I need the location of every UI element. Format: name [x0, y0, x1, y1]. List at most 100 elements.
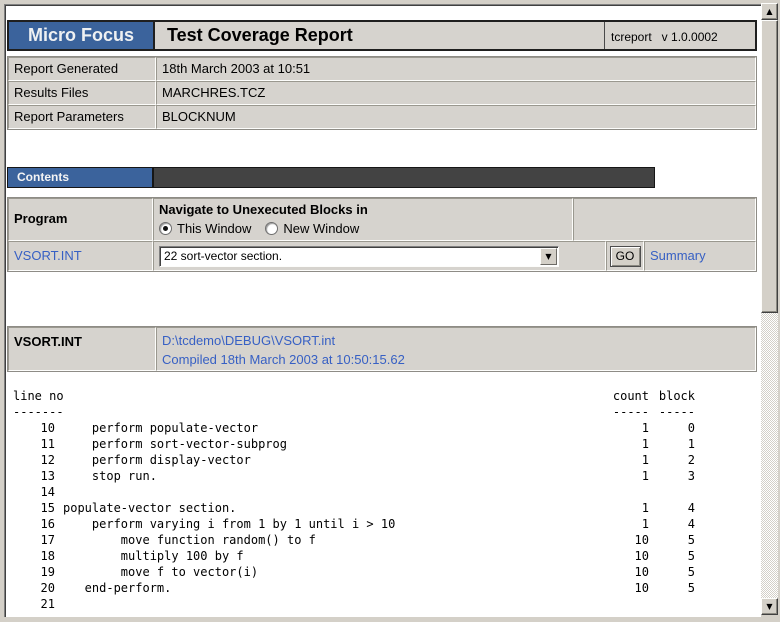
- info-value: BLOCKNUM: [156, 105, 756, 129]
- listing-column-headers: line no count block: [13, 388, 695, 404]
- source-file-table: VSORT.INT D:\tcdemo\DEBUG\VSORT.int Comp…: [7, 326, 757, 372]
- code-line-text: end-perform.: [63, 580, 611, 596]
- vertical-scrollbar[interactable]: ▲ ▼: [761, 3, 778, 615]
- code-line-block: 2: [649, 452, 695, 468]
- new-window-radio[interactable]: [265, 222, 278, 235]
- code-line-number: 12: [13, 452, 55, 468]
- code-line-text: move f to vector(i): [63, 564, 611, 580]
- report-page: Micro Focus Test Coverage Report tcrepor…: [4, 4, 761, 617]
- code-line-number: 16: [13, 516, 55, 532]
- code-line-number: 13: [13, 468, 55, 484]
- new-window-label[interactable]: New Window: [283, 221, 359, 236]
- code-line-block: [649, 596, 695, 612]
- code-line-count: 1: [611, 468, 649, 484]
- code-line-text: [63, 484, 611, 500]
- code-line-count: 1: [611, 420, 649, 436]
- code-line-number: 10: [13, 420, 55, 436]
- code-line-block: 5: [649, 580, 695, 596]
- code-line-text: perform sort-vector-subprog: [63, 436, 611, 452]
- code-line: 13 stop run. 1 3: [13, 468, 695, 484]
- program-link[interactable]: VSORT.INT: [8, 241, 153, 271]
- line-no-header: line no: [13, 388, 611, 404]
- program-column-heading: Program: [8, 198, 153, 241]
- program-header-row: Program Navigate to Unexecuted Blocks in…: [8, 198, 756, 241]
- go-button[interactable]: GO: [610, 246, 641, 267]
- code-line-number: 17: [13, 532, 55, 548]
- navigate-heading: Navigate to Unexecuted Blocks in: [159, 201, 572, 218]
- contents-bar: Contents: [7, 167, 655, 188]
- code-line-text: [63, 596, 611, 612]
- code-line-count: 1: [611, 500, 649, 516]
- code-line-count: 1: [611, 452, 649, 468]
- code-line: 18 multiply 100 by f 10 5: [13, 548, 695, 564]
- contents-heading: Contents: [8, 168, 154, 187]
- program-row: VSORT.INT 22 sort-vector section. ▼ GO S…: [8, 241, 756, 271]
- code-line-block: 5: [649, 548, 695, 564]
- listing-lines: 10 perform populate-vector 1 0 11 perfor…: [13, 420, 695, 612]
- line-no-underline: -------: [13, 404, 611, 420]
- code-line-text: stop run.: [63, 468, 611, 484]
- block-header: block: [649, 388, 695, 404]
- code-line-count: 10: [611, 532, 649, 548]
- code-line-number: 20: [13, 580, 55, 596]
- code-line-block: 3: [649, 468, 695, 484]
- source-path-link[interactable]: D:\tcdemo\DEBUG\VSORT.int: [162, 331, 755, 350]
- code-line-block: 5: [649, 532, 695, 548]
- scroll-down-button[interactable]: ▼: [761, 598, 778, 615]
- code-line: 12 perform display-vector 1 2: [13, 452, 695, 468]
- code-line: 20 end-perform. 10 5: [13, 580, 695, 596]
- listing-header-underline: ------- ----- -----: [13, 404, 695, 420]
- code-line: 21: [13, 596, 695, 612]
- page-title: Test Coverage Report: [155, 22, 605, 49]
- code-line: 14: [13, 484, 695, 500]
- code-line-number: 21: [13, 596, 55, 612]
- code-line-count: 10: [611, 548, 649, 564]
- code-line: 19 move f to vector(i) 10 5: [13, 564, 695, 580]
- code-line-block: 5: [649, 564, 695, 580]
- code-line-block: 1: [649, 436, 695, 452]
- block-underline: -----: [649, 404, 695, 420]
- code-line: 17 move function random() to f 10 5: [13, 532, 695, 548]
- block-select-value[interactable]: 22 sort-vector section.: [160, 247, 539, 266]
- info-label: Report Generated: [8, 57, 156, 81]
- info-label: Report Parameters: [8, 105, 156, 129]
- dropdown-arrow-button[interactable]: ▼: [540, 248, 557, 265]
- code-line-count: 1: [611, 516, 649, 532]
- code-line: 10 perform populate-vector 1 0: [13, 420, 695, 436]
- code-line-text: perform populate-vector: [63, 420, 611, 436]
- code-line-count: 10: [611, 580, 649, 596]
- code-line-block: 4: [649, 516, 695, 532]
- scroll-up-icon: ▲: [766, 8, 772, 16]
- code-line-count: 10: [611, 564, 649, 580]
- window-target-radio-group: This Window New Window: [159, 221, 572, 236]
- code-line-number: 15: [13, 500, 55, 516]
- this-window-radio[interactable]: [159, 222, 172, 235]
- code-line: 15 populate-vector section. 1 4: [13, 500, 695, 516]
- scrollbar-thumb[interactable]: [761, 20, 778, 313]
- code-line-block: [649, 484, 695, 500]
- code-line-text: perform display-vector: [63, 452, 611, 468]
- code-line-block: 4: [649, 500, 695, 516]
- code-line-count: [611, 484, 649, 500]
- code-line-count: 1: [611, 436, 649, 452]
- program-table: Program Navigate to Unexecuted Blocks in…: [7, 197, 757, 272]
- code-line-block: 0: [649, 420, 695, 436]
- code-line: 16 perform varying i from 1 by 1 until i…: [13, 516, 695, 532]
- report-info-table: Report Generated 18th March 2003 at 10:5…: [7, 56, 757, 130]
- code-line-text: populate-vector section.: [63, 500, 611, 516]
- contents-bar-filler: [154, 168, 654, 187]
- report-header: Micro Focus Test Coverage Report tcrepor…: [7, 20, 757, 51]
- block-select-dropdown[interactable]: 22 sort-vector section. ▼: [159, 246, 559, 267]
- info-row: Results Files MARCHRES.TCZ: [8, 81, 756, 105]
- micro-focus-logo: Micro Focus: [9, 22, 155, 49]
- compiled-timestamp-link[interactable]: Compiled 18th March 2003 at 10:50:15.62: [162, 350, 755, 369]
- info-value: 18th March 2003 at 10:51: [156, 57, 756, 81]
- source-file-name: VSORT.INT: [8, 327, 156, 371]
- summary-link[interactable]: Summary: [650, 248, 706, 263]
- info-value: MARCHRES.TCZ: [156, 81, 756, 105]
- info-row: Report Parameters BLOCKNUM: [8, 105, 756, 129]
- scroll-up-button[interactable]: ▲: [761, 3, 778, 20]
- code-line-count: [611, 596, 649, 612]
- version-label: tcreport v 1.0.0002: [605, 22, 755, 49]
- this-window-label[interactable]: This Window: [177, 221, 251, 236]
